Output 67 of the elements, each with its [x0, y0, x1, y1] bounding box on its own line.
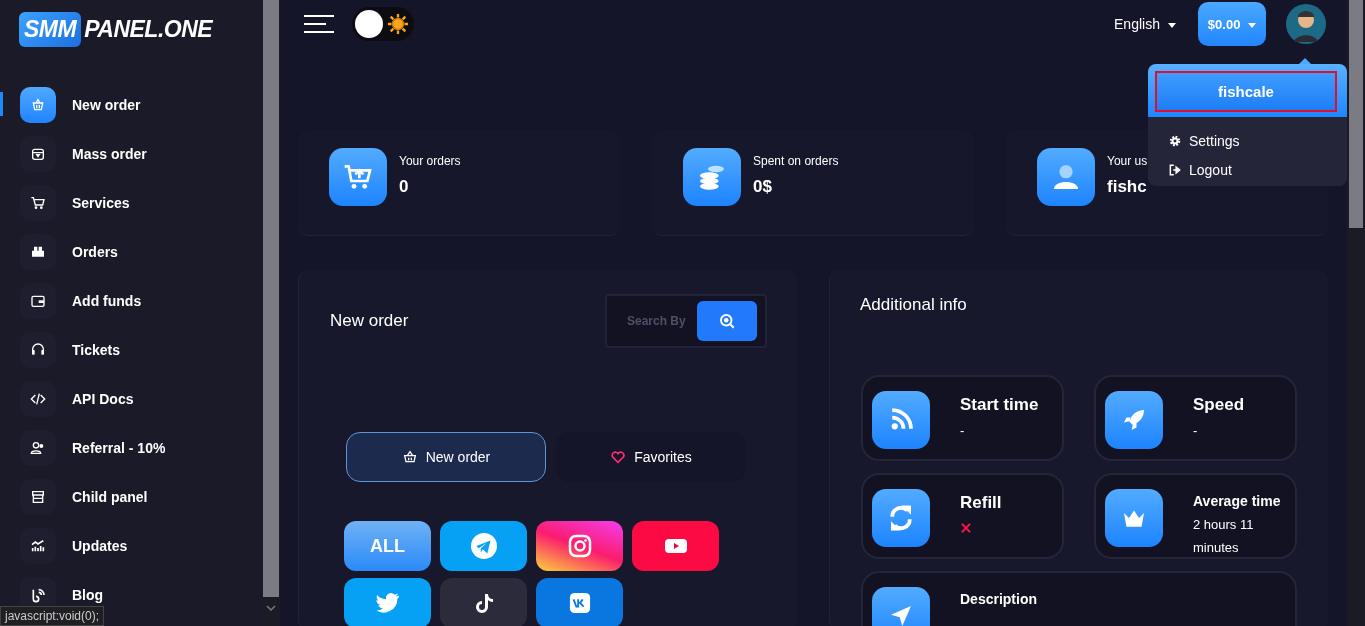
info-value: 2 hours 11 minutes [1193, 516, 1255, 557]
info-title: Description [960, 591, 1037, 607]
info-title: Average time [1193, 493, 1282, 509]
instagram-icon [567, 534, 592, 558]
stat-value: fishc [1107, 177, 1148, 197]
logo-mark: SMM [19, 12, 82, 47]
menu-item-icon [30, 586, 46, 603]
youtube-button[interactable] [632, 521, 719, 571]
info-title: Start time [960, 395, 1039, 415]
stat-label: Spent on orders [753, 154, 839, 168]
order-tab[interactable]: New order [346, 432, 546, 482]
logout-icon [1168, 163, 1182, 177]
caret-icon [1167, 22, 1176, 28]
basket-icon [401, 449, 418, 465]
sidebar-item[interactable]: Tickets [0, 325, 262, 374]
vk-button[interactable] [536, 578, 623, 626]
scroll-down-icon[interactable] [266, 605, 276, 611]
order-tab[interactable]: Favorites [556, 432, 746, 482]
search-field[interactable]: Search By [627, 314, 697, 328]
vk-icon [568, 592, 591, 614]
info-value: - [1193, 422, 1199, 440]
sidebar-item[interactable]: Updates [0, 521, 262, 570]
status-bar: javascript:void(0); [0, 606, 105, 626]
info-value: - [960, 422, 966, 440]
sun-icon [387, 13, 409, 35]
dropdown-item[interactable]: Logout [1168, 162, 1347, 178]
menu-item-icon [30, 96, 46, 113]
telegram-icon [470, 533, 497, 559]
stat-label: Your us [1107, 154, 1148, 168]
sidebar-item[interactable]: Orders [0, 227, 262, 276]
menu-icon[interactable] [304, 15, 334, 33]
heart-icon [610, 449, 627, 465]
twitter-button[interactable] [344, 578, 431, 626]
telegram-button[interactable] [440, 521, 527, 571]
info-title: Refill [960, 493, 1002, 513]
logo-text: PANEL.ONE [84, 16, 213, 43]
menu-item-icon [30, 341, 46, 358]
settings-icon [1168, 134, 1182, 148]
tiktok-button[interactable] [440, 578, 527, 626]
panel-title: Additional info [859, 294, 968, 315]
sidebar-item[interactable]: Add funds [0, 276, 262, 325]
panel-title: New order [330, 311, 409, 331]
language-dropdown[interactable]: English [1108, 15, 1182, 33]
instagram-button[interactable] [536, 521, 623, 571]
sidebar-item[interactable]: API Docs [0, 374, 262, 423]
menu-item-icon [30, 439, 46, 456]
sidebar-item[interactable]: Referral - 10% [0, 423, 262, 472]
scrollbar-thumb[interactable] [263, 0, 279, 597]
sidebar-item[interactable]: Services [0, 178, 262, 227]
info-title: Speed [1193, 395, 1245, 415]
stat-value: 0$ [753, 177, 773, 197]
search-icon [718, 312, 736, 330]
sidebar-item[interactable]: New order [0, 80, 262, 129]
sidebar-item[interactable]: Mass order [0, 129, 262, 178]
caret-icon [1248, 22, 1256, 28]
avatar[interactable] [1286, 4, 1326, 44]
search-button[interactable] [697, 301, 757, 341]
menu-item-icon [30, 537, 46, 554]
bird-icon [374, 590, 401, 616]
menu-item-icon [30, 194, 46, 211]
scrollbar-thumb[interactable] [1349, 0, 1363, 228]
dropdown-item[interactable]: Settings [1168, 133, 1347, 149]
menu-item-icon [30, 488, 46, 505]
stat-value: 0 [399, 177, 410, 197]
sidebar-item[interactable]: Child panel [0, 472, 262, 521]
theme-toggle[interactable] [352, 7, 414, 41]
stat-label: Your orders [399, 154, 461, 168]
